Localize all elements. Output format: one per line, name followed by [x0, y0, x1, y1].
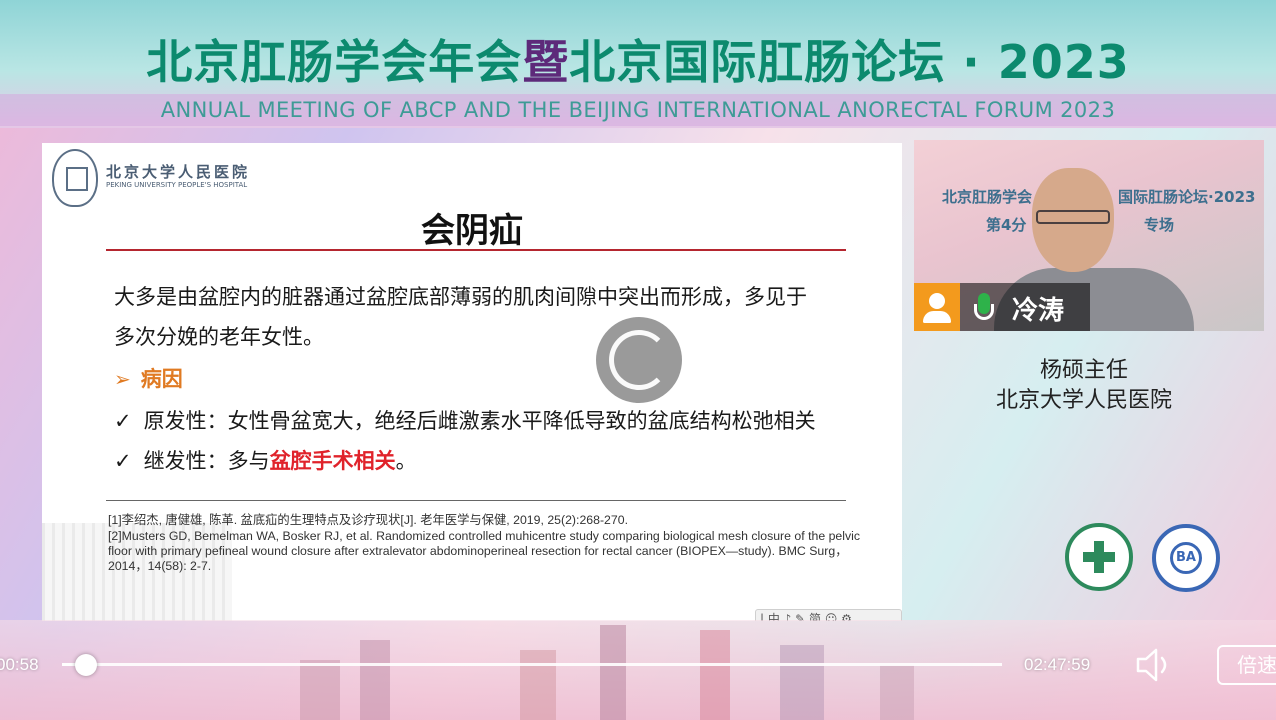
hospital-logo — [52, 149, 98, 207]
playback-speed-button[interactable]: 倍速 — [1217, 645, 1276, 685]
banner-title-part1: 北京肛肠学会年会 — [146, 35, 523, 89]
cross-icon-bar — [1083, 552, 1115, 562]
skyline-building — [880, 665, 914, 720]
cam-wall-text-4: 专场 — [1144, 216, 1175, 234]
presentation-slide: 北京大学人民医院 PEKING UNIVERSITY PEOPLE'S HOSP… — [42, 143, 902, 621]
total-time: 02:47:59 — [1024, 655, 1091, 674]
cam-wall-text-1: 北京肛肠学会 — [942, 188, 1033, 206]
check-icon: ✓ — [114, 409, 132, 433]
volume-icon[interactable] — [1134, 646, 1174, 684]
seek-handle[interactable] — [75, 654, 97, 676]
current-time: 00:58 — [0, 655, 39, 674]
skyline-building — [300, 660, 340, 720]
point2-prefix: 继发性：多与 — [143, 449, 270, 473]
cam-wall-text-3: 第4分 — [986, 216, 1027, 234]
check-icon: ✓ — [114, 449, 132, 473]
reference-1: [1]李绍杰, 唐健雄, 陈革. 盆底疝的生理特点及诊疗现状[J]. 老年医学与… — [108, 513, 628, 527]
speaker-glasses — [1036, 210, 1110, 224]
arrow-bullet-icon: ➢ — [114, 367, 131, 391]
skyline-building — [520, 650, 556, 720]
skyline-building — [700, 630, 730, 720]
conference-banner: 北京肛肠学会年会暨北京国际肛肠论坛 · 2023 ANNUAL MEETING … — [0, 0, 1276, 128]
speaker-webcam[interactable]: 北京肛肠学会 国际肛肠论坛·2023 第4分 专场 冷涛 — [914, 140, 1264, 331]
skyline-building — [360, 640, 390, 720]
participant-name: 冷涛 — [1012, 296, 1065, 326]
seek-track[interactable] — [62, 663, 1002, 666]
speaker-affiliation: 北京大学人民医院 — [995, 388, 1172, 413]
microphone-icon — [966, 290, 1002, 326]
society-logo-green — [1065, 523, 1133, 591]
speaker-name-title: 杨硕主任 — [1039, 358, 1128, 383]
banner-title-part2: 北京国际肛肠论坛 · 2023 — [569, 35, 1130, 89]
skyline-building — [600, 625, 626, 720]
point2-highlight: 盆腔手术相关 — [269, 449, 396, 473]
title-divider — [106, 249, 846, 251]
intro-line-1: 大多是由盆腔内的脏器通过盆腔底部薄弱的肌肉间隙中突出而形成，多见于 — [114, 285, 807, 309]
cause-point-primary: ✓ 原发性：女性骨盆宽大，绝经后雌激素水平降低导致的盆底结构松弛相关 — [114, 405, 816, 435]
banner-subtitle: ANNUAL MEETING OF ABCP AND THE BEIJING I… — [160, 98, 1116, 122]
hospital-name-en: PEKING UNIVERSITY PEOPLE'S HOSPITAL — [106, 181, 248, 189]
cause-heading: ➢ 病因 — [114, 363, 183, 393]
mic-capsule — [978, 293, 990, 314]
user-icon — [914, 283, 960, 331]
academic-logo-text: BA — [1170, 542, 1202, 574]
cam-wall-text-2: 国际肛肠论坛·2023 — [1118, 188, 1256, 206]
point2-suffix: 。 — [395, 449, 417, 473]
hospital-name-cn: 北京大学人民医院 — [106, 163, 251, 181]
loading-spinner-icon — [596, 317, 682, 403]
banner-title: 北京肛肠学会年会暨北京国际肛肠论坛 · 2023 — [0, 26, 1276, 92]
intro-line-2: 多次分娩的老年女性。 — [114, 325, 324, 349]
reference-divider — [106, 500, 846, 501]
cause-label: 病因 — [140, 367, 183, 391]
skyline-building — [780, 645, 824, 720]
cause-point-secondary: ✓ 继发性：多与盆腔手术相关。 — [114, 445, 417, 475]
slide-title: 会阴疝 — [421, 211, 523, 251]
academic-logo-blue: BA — [1152, 524, 1220, 592]
spinner-arc — [609, 330, 669, 390]
banner-title-accent: 暨 — [522, 35, 570, 89]
point1-text: 原发性：女性骨盆宽大，绝经后雌激素水平降低导致的盆底结构松弛相关 — [143, 409, 816, 433]
reference-2: [2]Musters GD, Bemelman WA, Bosker RJ, e… — [108, 529, 861, 573]
